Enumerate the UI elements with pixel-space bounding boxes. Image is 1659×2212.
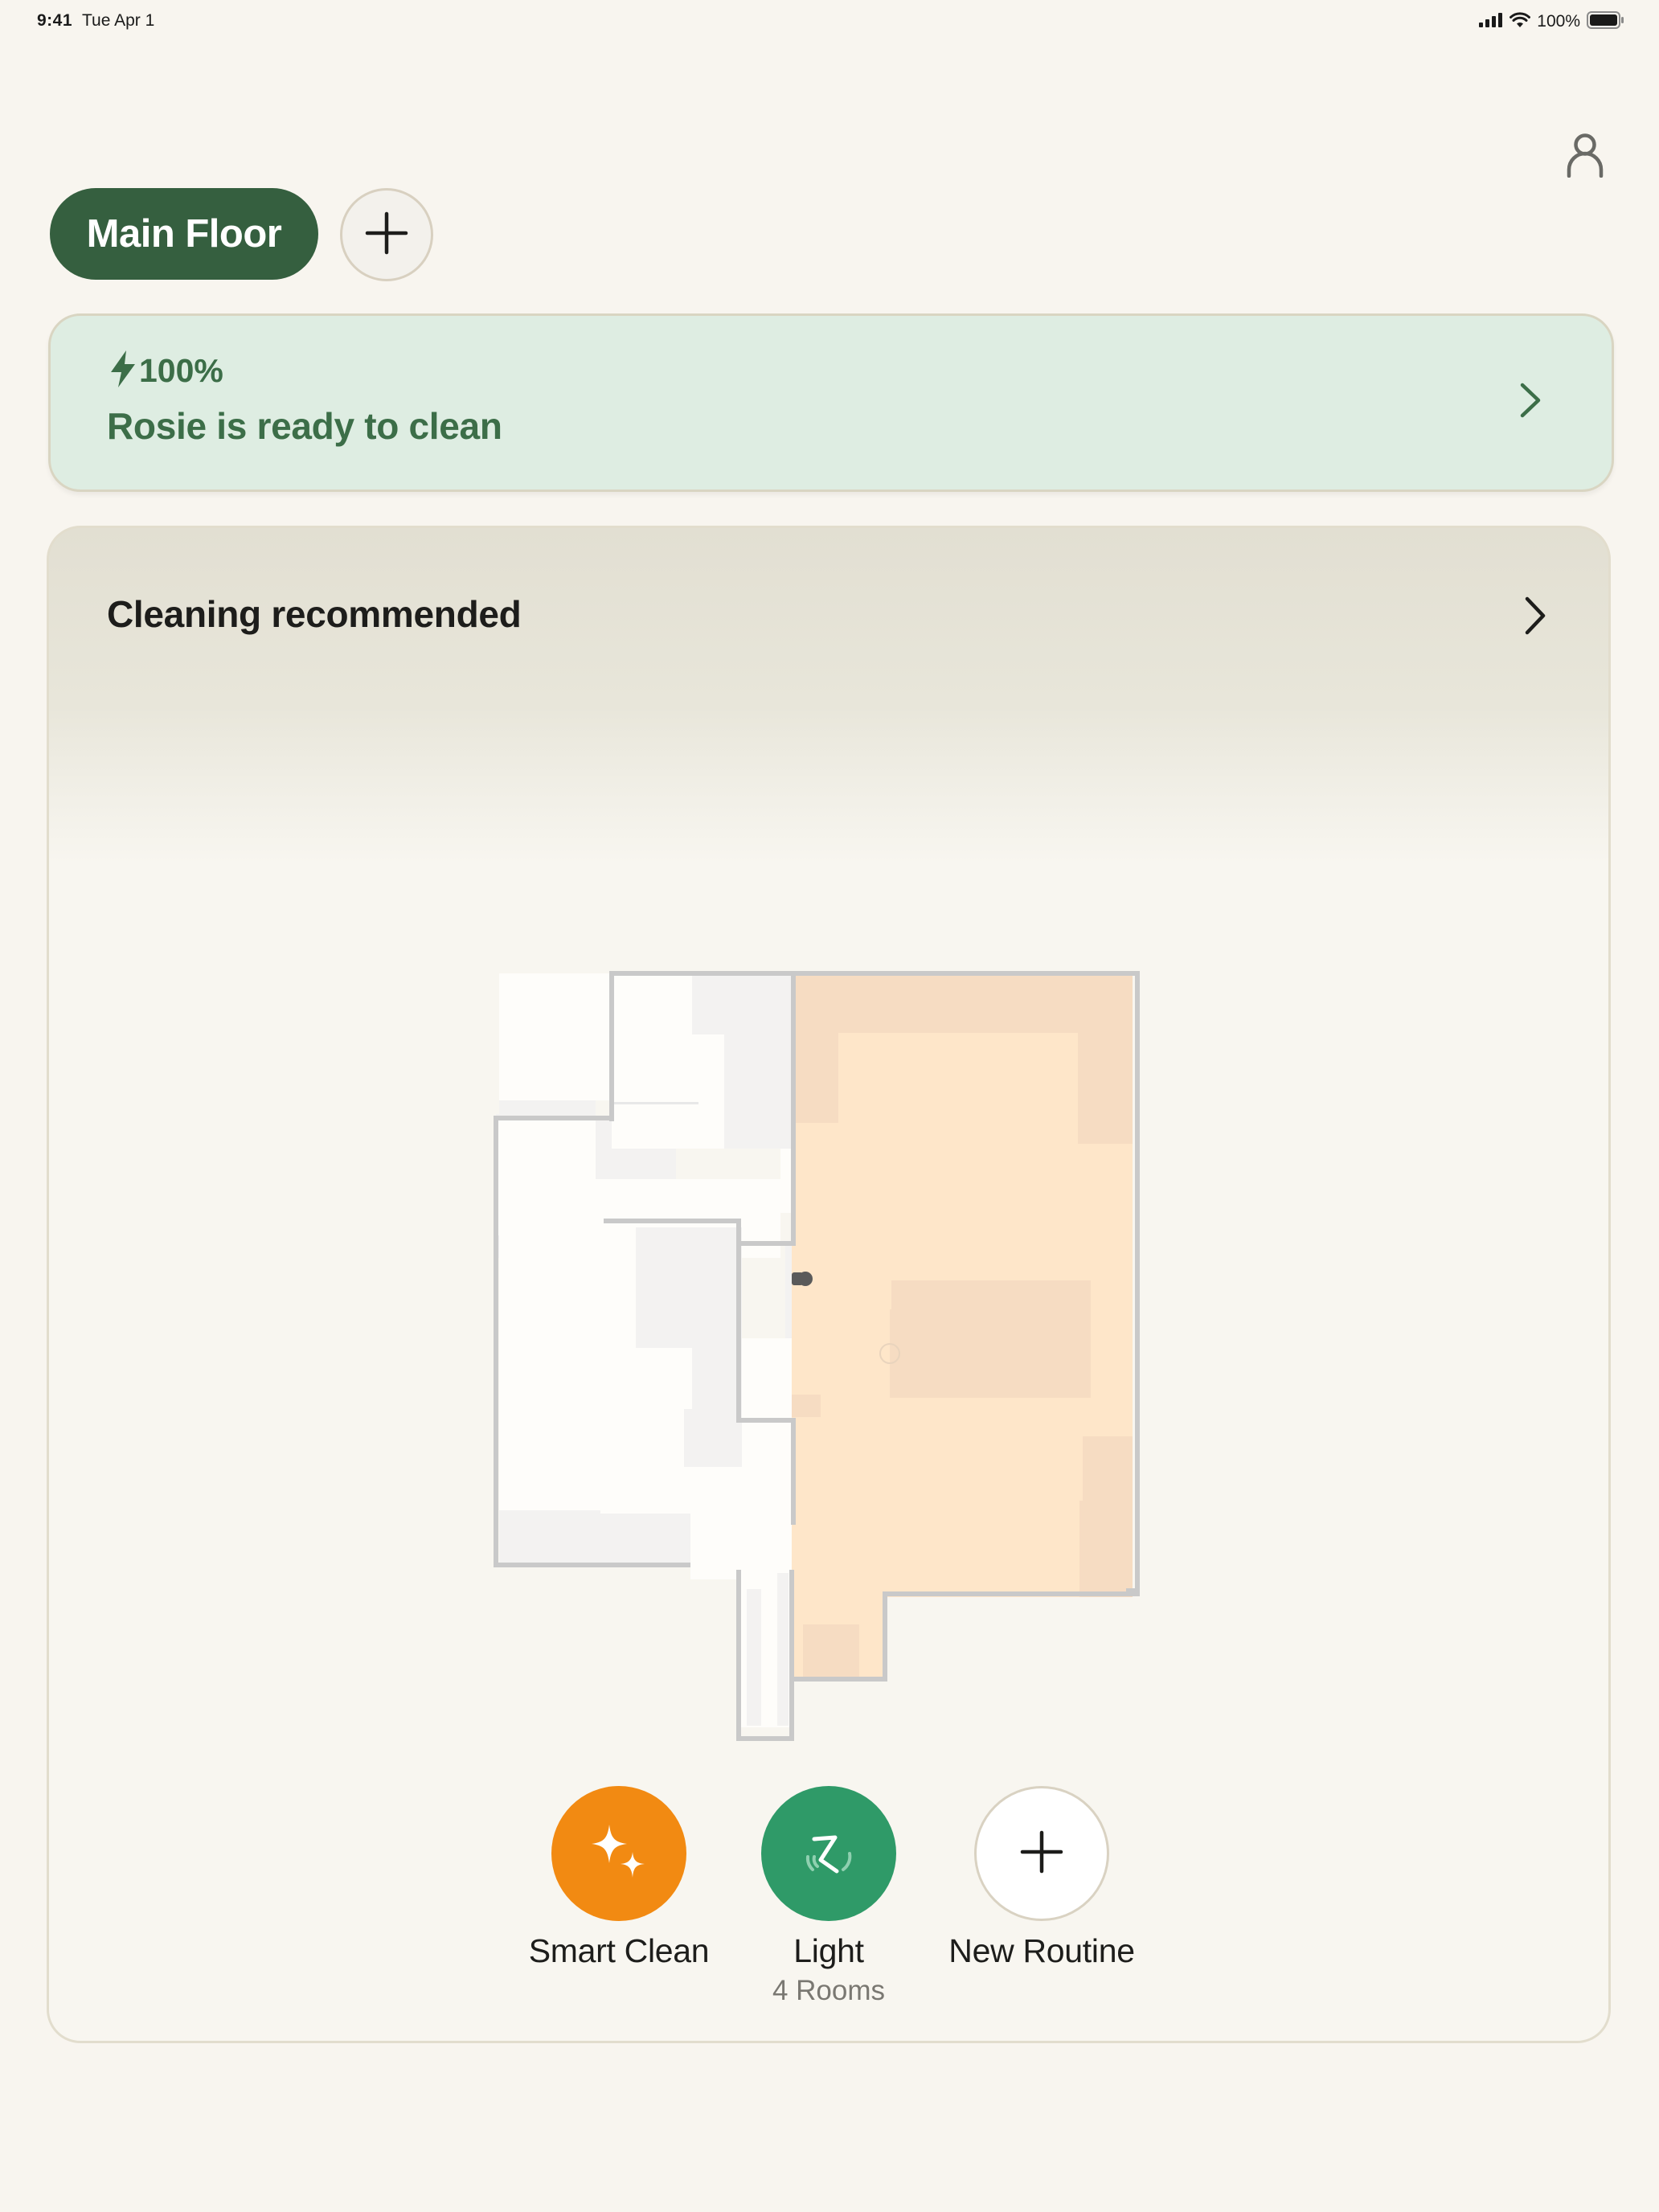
room-center-left[interactable] xyxy=(499,1227,793,1579)
status-bar: 9:41 Tue Apr 1 100% xyxy=(0,0,1659,45)
new-routine-button[interactable] xyxy=(974,1786,1109,1921)
battery-percentage: 100% xyxy=(1537,12,1580,31)
light-clean-button[interactable] xyxy=(761,1786,896,1921)
profile-button[interactable] xyxy=(1563,132,1608,182)
battery-icon xyxy=(1587,10,1625,33)
status-time: 9:41 xyxy=(37,11,73,30)
robot-status-card[interactable]: 100% Rosie is ready to clean xyxy=(48,313,1614,492)
lightning-bolt-icon xyxy=(109,350,137,392)
plus-icon xyxy=(364,211,409,260)
status-date: Tue Apr 1 xyxy=(82,11,155,30)
routine-label: Light xyxy=(793,1932,864,1969)
robot-status-message: Rosie is ready to clean xyxy=(107,405,502,447)
routine-new[interactable]: New Routine xyxy=(895,1786,1188,1970)
battery-level: 100% xyxy=(139,352,223,389)
smart-clean-button[interactable] xyxy=(551,1786,686,1921)
plus-icon xyxy=(1019,1829,1064,1878)
status-indicators: 100% xyxy=(1479,10,1625,34)
routine-label: New Routine xyxy=(948,1932,1135,1969)
add-floor-button[interactable] xyxy=(340,188,433,281)
chevron-right-icon xyxy=(1518,382,1542,423)
floor-tab-main-floor[interactable]: Main Floor xyxy=(50,188,318,280)
hallway[interactable] xyxy=(737,1570,793,1727)
person-icon xyxy=(1567,133,1604,182)
sparkles-icon xyxy=(587,1820,651,1888)
cellular-signal-icon xyxy=(1479,12,1503,31)
room-recommended[interactable] xyxy=(792,975,1133,1679)
light-clean-icon xyxy=(797,1820,861,1888)
battery-row: 100% xyxy=(109,350,223,392)
wifi-icon xyxy=(1509,11,1531,32)
routine-sublabel: 4 Rooms xyxy=(772,1975,886,2006)
routine-label: Smart Clean xyxy=(528,1932,710,1969)
